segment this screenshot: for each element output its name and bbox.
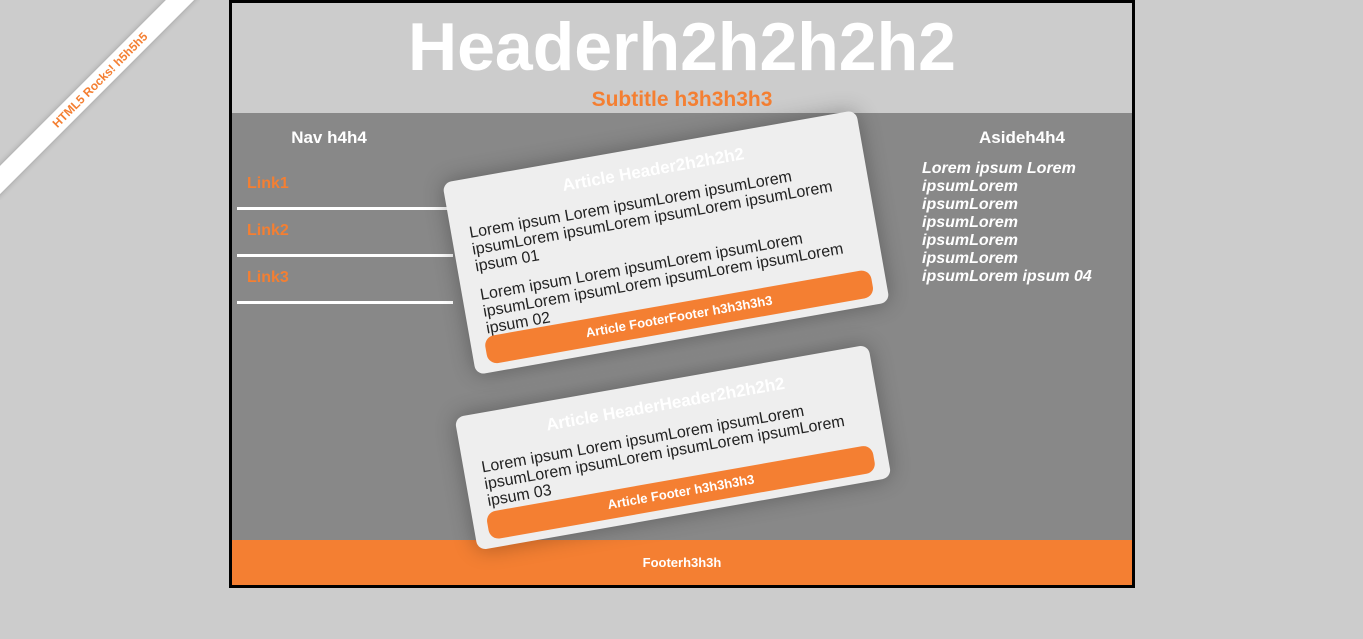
nav: Nav h4h4 Link1 Link2 Link3: [237, 113, 453, 304]
aside: Asideh4h4 Lorem ipsum Lorem ipsumLorem i…: [922, 113, 1122, 289]
nav-link-2[interactable]: Link2: [237, 210, 453, 257]
page-subtitle: Subtitle h3h3h3h3: [591, 88, 773, 111]
nav-link-1[interactable]: Link1: [237, 163, 453, 210]
corner-ribbon: HTML5 Rocks! h5h5h5: [0, 0, 200, 200]
aside-title: Asideh4h4: [979, 128, 1065, 147]
page-header: Headerh2h2h2h2 Subtitle h3h3h3h3: [232, 3, 1132, 113]
nav-title: Nav h4h4: [291, 128, 367, 147]
page-title: Headerh2h2h2h2: [408, 9, 956, 85]
aside-text: Lorem ipsum Lorem ipsumLorem ipsumLorem …: [922, 160, 1092, 285]
nav-link-3[interactable]: Link3: [237, 257, 453, 304]
page-footer: Footerh3h3h: [232, 540, 1132, 585]
ribbon-container: HTML5 Rocks! h5h5h5: [0, 0, 200, 200]
